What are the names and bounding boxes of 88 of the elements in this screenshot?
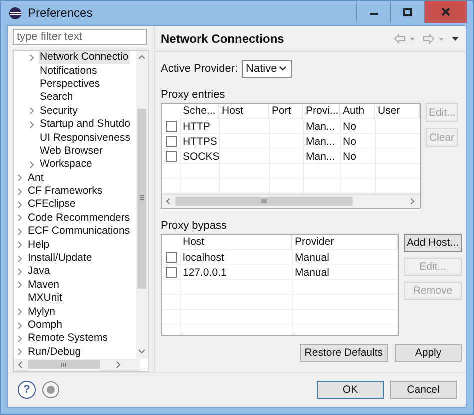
chevron-icon[interactable]: [16, 174, 24, 182]
chevron-icon[interactable]: [16, 308, 24, 316]
column-header[interactable]: User: [375, 104, 420, 119]
tree-item[interactable]: Help: [14, 238, 136, 252]
chevron-icon[interactable]: [16, 281, 24, 290]
tree-item[interactable]: Search: [14, 91, 136, 105]
table-cell-text: HTTP: [182, 120, 212, 134]
app-icon: [9, 6, 22, 20]
help-button[interactable]: ?: [18, 381, 36, 399]
tree-item[interactable]: Web Browser: [14, 144, 136, 158]
navigation-arrows-icon[interactable]: [394, 34, 460, 44]
dialog-button[interactable]: Cancel: [390, 381, 457, 399]
checkbox[interactable]: [166, 252, 177, 263]
checkbox[interactable]: [166, 267, 177, 278]
chevron-icon[interactable]: [16, 214, 24, 222]
table-cell-text: No: [342, 134, 358, 149]
table-cell-text: Manual: [294, 250, 330, 265]
side-button[interactable]: Add Host...: [404, 234, 462, 252]
horizontal-scrollbar[interactable]: [162, 194, 420, 208]
chevron-icon[interactable]: [16, 348, 24, 356]
tree-item[interactable]: Java: [14, 265, 136, 279]
page-button[interactable]: Apply: [395, 344, 462, 362]
chevron-icon[interactable]: [16, 254, 24, 263]
table-cell-text: Man...: [305, 134, 336, 149]
tree-item[interactable]: MXUnit: [14, 292, 136, 306]
tree-item[interactable]: ECF Communications: [14, 225, 136, 238]
tree-item[interactable]: Notifications: [14, 64, 136, 78]
table-cell-text: No: [342, 150, 358, 164]
chevron-icon[interactable]: [28, 54, 36, 62]
column-header[interactable]: Auth: [340, 104, 375, 119]
filter-field[interactable]: type filter text: [13, 29, 147, 45]
table-cell-text: localhost: [182, 250, 226, 265]
tree-item[interactable]: Oomph: [14, 318, 136, 332]
checkbox[interactable]: [166, 136, 177, 147]
table-cell-text: No: [342, 120, 358, 134]
chevron-icon[interactable]: [16, 322, 24, 330]
chevron-icon[interactable]: [28, 120, 36, 129]
column-header[interactable]: Sche...: [180, 104, 219, 119]
record-icon[interactable]: [42, 381, 60, 399]
horizontal-scrollbar[interactable]: [14, 359, 140, 371]
tree-item[interactable]: Security: [14, 104, 136, 118]
tree-item[interactable]: Workspace: [14, 158, 136, 172]
tree-item[interactable]: CF Frameworks: [14, 184, 136, 198]
table-cell-text: Man...: [305, 150, 336, 164]
tree-item[interactable]: Remote Systems: [14, 332, 136, 346]
tree-item[interactable]: Maven: [14, 278, 136, 292]
provider-label: Active Provider:: [161, 63, 238, 75]
table-cell-text: 127.0.0.1: [182, 266, 228, 280]
checkbox[interactable]: [166, 121, 177, 132]
chevron-icon[interactable]: [16, 188, 24, 196]
window-title: Preferences: [28, 6, 93, 20]
table-cell-text: SOCKS: [182, 150, 219, 164]
page-title: Network Connections: [161, 32, 284, 46]
page-button[interactable]: Restore Defaults: [300, 344, 388, 362]
column-header[interactable]: Host: [219, 104, 269, 119]
tree-item[interactable]: CFEclipse: [14, 198, 136, 212]
tree-item[interactable]: Perspectives: [14, 78, 136, 92]
tree-item[interactable]: Mylyn: [14, 305, 136, 319]
tree-item[interactable]: Ant: [14, 172, 136, 185]
chevron-icon[interactable]: [28, 107, 36, 116]
column-header[interactable]: Port: [269, 104, 303, 119]
tree-item[interactable]: Code Recommenders: [14, 212, 136, 226]
chevron-icon[interactable]: [16, 200, 24, 209]
vertical-scrollbar[interactable]: [136, 51, 148, 359]
chevron-icon[interactable]: [28, 160, 36, 169]
chevron-icon[interactable]: [16, 241, 24, 250]
chevron-icon[interactable]: [16, 268, 24, 276]
tree-item[interactable]: UI Responsiveness: [14, 131, 136, 145]
table-cell-text: Manual: [294, 266, 330, 280]
close-button[interactable]: [424, 1, 467, 23]
checkbox[interactable]: [166, 151, 177, 162]
table-cell-text: Man...: [305, 120, 336, 134]
column-header[interactable]: Provider: [292, 235, 398, 250]
tree-item[interactable]: Startup and Shutdo: [14, 118, 136, 132]
column-header[interactable]: Provi...: [303, 104, 340, 119]
provider-dropdown[interactable]: Native: [242, 60, 292, 78]
chevron-icon[interactable]: [16, 228, 24, 236]
tree-item[interactable]: Run/Debug: [14, 346, 136, 359]
close-icon: [441, 7, 451, 17]
tree-item[interactable]: Install/Update: [14, 252, 136, 266]
maximize-icon: [402, 7, 412, 17]
column-header[interactable]: Host: [180, 235, 292, 250]
section-label: Proxy bypass: [161, 220, 228, 234]
table-cell-text: HTTPS: [182, 134, 218, 149]
chevron-icon[interactable]: [16, 334, 24, 343]
caret-icon: [279, 66, 288, 72]
dialog-button[interactable]: OK: [317, 381, 384, 399]
section-label: Proxy entries: [161, 89, 226, 103]
